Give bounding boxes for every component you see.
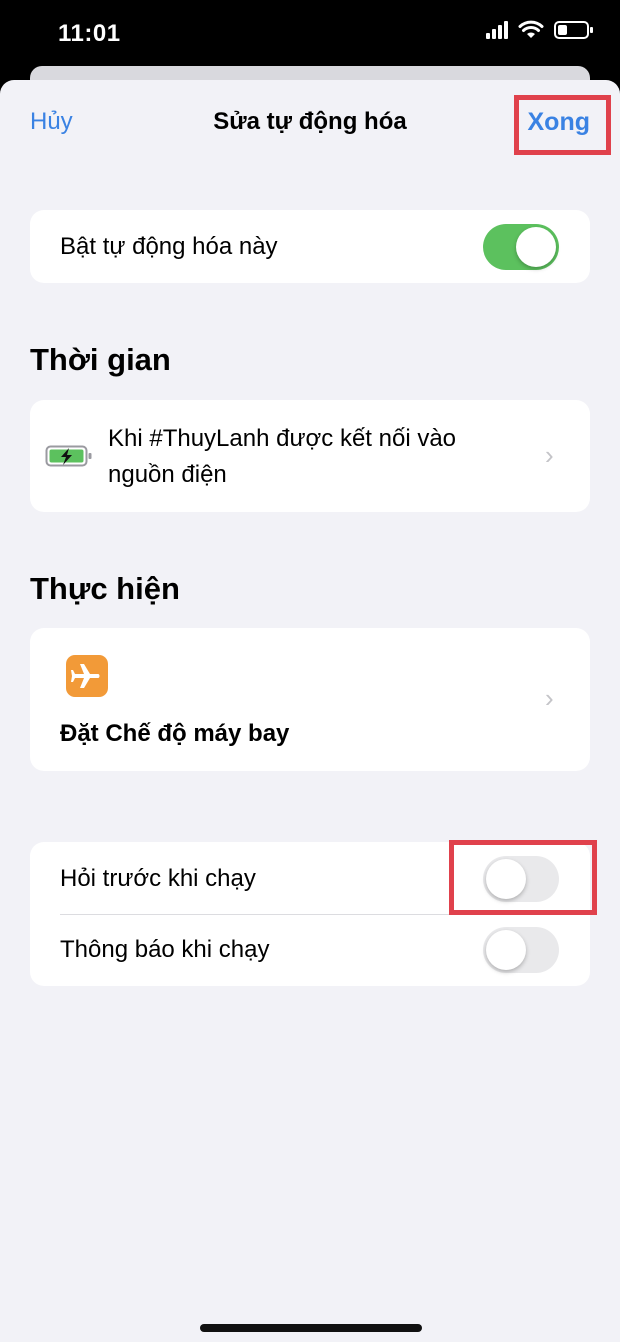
status-icons xyxy=(486,20,594,40)
toggle-knob xyxy=(516,227,556,267)
chevron-right-icon: › xyxy=(545,440,554,470)
status-bar: 11:01 xyxy=(0,0,620,66)
home-indicator[interactable] xyxy=(200,1324,422,1332)
airplane-icon xyxy=(66,655,108,697)
edit-automation-sheet: Hủy Sửa tự động hóa Xong Bật tự động hóa… xyxy=(0,80,620,1342)
battery-icon xyxy=(554,21,593,39)
action-label: Đặt Chế độ máy bay xyxy=(60,720,290,747)
ask-toggle-highlight-box xyxy=(449,840,597,915)
notify-when-run-label: Thông báo khi chạy xyxy=(60,936,270,963)
enable-automation-card: Bật tự động hóa này xyxy=(30,210,590,283)
ask-before-running-label: Hỏi trước khi chạy xyxy=(60,865,256,892)
trigger-text-line1: Khi #ThuyLanh được kết nối vào xyxy=(108,425,457,452)
done-highlight-box xyxy=(514,95,611,155)
cellular-signal-icon xyxy=(486,21,508,39)
toggle-knob xyxy=(486,930,526,970)
chevron-right-icon: › xyxy=(545,683,554,713)
trigger-card[interactable]: Khi #ThuyLanh được kết nối vào nguồn điệ… xyxy=(30,400,590,512)
time-section-title: Thời gian xyxy=(30,342,171,377)
status-time: 11:01 xyxy=(58,20,121,47)
trigger-text-line2: nguồn điện xyxy=(108,461,227,488)
enable-automation-toggle[interactable] xyxy=(483,224,559,270)
wifi-icon xyxy=(518,20,544,38)
action-section-title: Thực hiện xyxy=(30,571,180,606)
action-card[interactable]: Đặt Chế độ máy bay › xyxy=(30,628,590,771)
notify-when-run-toggle[interactable] xyxy=(483,927,559,973)
enable-automation-label: Bật tự động hóa này xyxy=(60,233,278,260)
battery-charging-icon xyxy=(45,445,92,467)
